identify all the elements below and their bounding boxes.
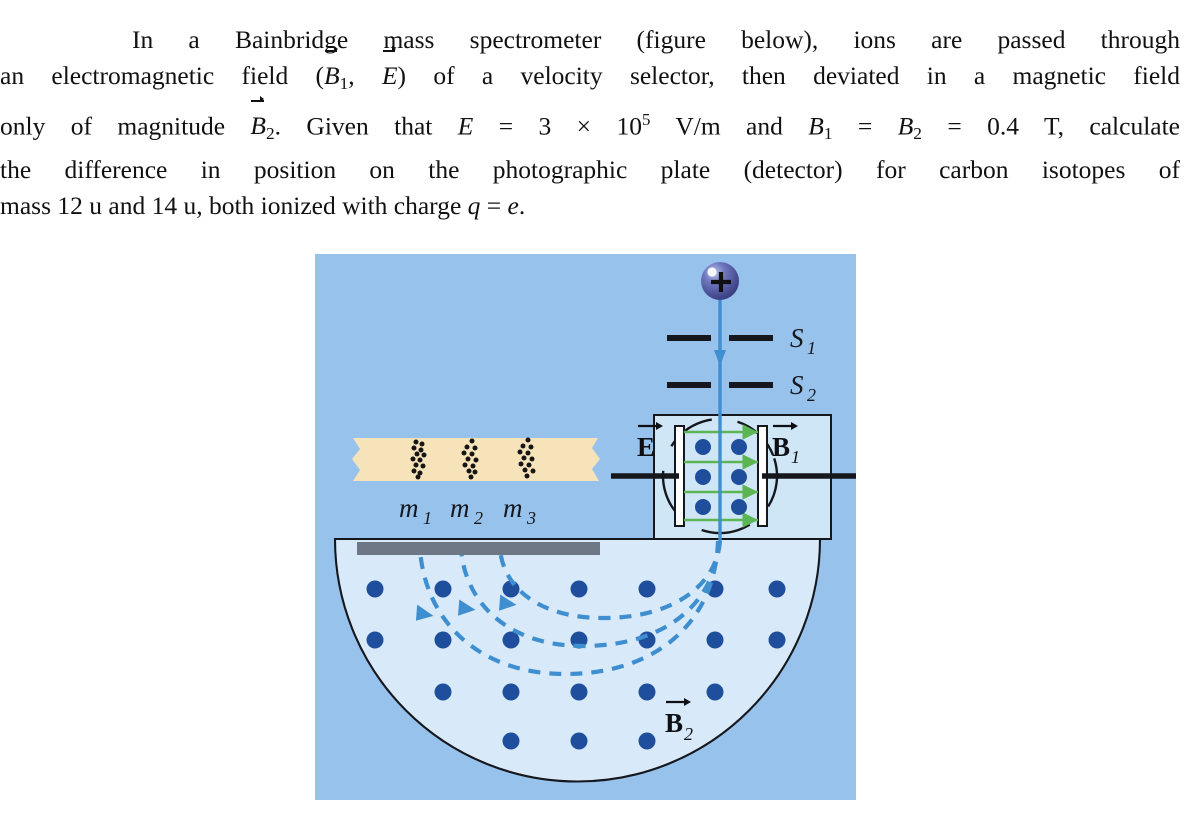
slit-s2-label: S — [790, 370, 804, 400]
problem-line-4: the difference in position on the photog… — [0, 152, 1180, 188]
symbol-B2-subscript: 2 — [913, 123, 922, 143]
vector-B2-letter: B — [250, 111, 266, 141]
label-m1-sub: 1 — [423, 508, 432, 528]
slit-s1-label-sub: 1 — [807, 338, 816, 358]
period: . — [518, 190, 526, 220]
symbol-B2: B — [897, 111, 914, 141]
problem-line-2-part-b: ) of a velocity selector, then deviated … — [397, 61, 1181, 90]
vector-B2-inline: B — [250, 96, 266, 144]
label-b1-letter: B — [772, 432, 790, 462]
problem-line-2: an electromagnetic field (B1, E) of a ve… — [0, 46, 1181, 102]
symbol-e: e — [507, 190, 519, 220]
ion-source — [701, 262, 739, 300]
problem-line-3-part-b: . Given that — [274, 111, 458, 141]
problem-line-5: mass 12 u and 14 u, both ionized with ch… — [0, 188, 1180, 224]
problem-line-1: In a Bainbridge mass spectrometer (figur… — [0, 22, 1180, 58]
label-b1-sub: 1 — [791, 447, 800, 467]
problem-line-3: only of magnitude B2. Given that E = 3 ×… — [0, 96, 1181, 152]
problem-line-5-part-a: mass 12 u and 14 u, both ionized with ch… — [0, 190, 468, 220]
vector-B2-subscript: 2 — [265, 123, 275, 143]
problem-line-4-text: the difference in position on the photog… — [0, 154, 1180, 184]
vector-B1-letter: B — [324, 61, 340, 90]
units-E: V/m and — [650, 111, 809, 141]
detector-bar — [357, 542, 600, 555]
problem-line-1-text: In a Bainbridge mass spectrometer (figur… — [132, 25, 1180, 54]
label-b2-sub: 2 — [684, 724, 693, 744]
symbol-E: E — [457, 111, 474, 141]
problem-statement: In a Bainbridge mass spectrometer (figur… — [0, 22, 1180, 224]
vector-B1-subscript: 1 — [339, 73, 349, 93]
label-m3-sub: 3 — [526, 508, 536, 528]
photographic-plate — [352, 437, 600, 481]
label-b2-letter: B — [665, 708, 683, 738]
label-m2: m — [450, 493, 470, 523]
label-m3: m — [503, 493, 523, 523]
problem-line-2-comma: , — [348, 61, 382, 90]
ion-sphere-highlight — [707, 267, 717, 277]
slit-s2-label-sub: 2 — [807, 385, 816, 405]
spectrometer-figure: S 1 S 2 E B 1 B 2 m 1 m 2 m 3 — [315, 254, 856, 800]
vector-B1-inline: B — [324, 46, 340, 94]
equals-2: = — [480, 190, 508, 220]
slit-s1-label: S — [790, 323, 804, 353]
symbol-B1-subscript: 1 — [823, 123, 833, 143]
value-E: = 3 × 10 — [473, 111, 642, 141]
equals-1: = — [832, 111, 898, 141]
label-m2-sub: 2 — [474, 508, 483, 528]
label-m1: m — [399, 493, 419, 523]
vector-E-letter: E — [381, 61, 398, 90]
problem-line-2-part-a: an electromagnetic field ( — [0, 61, 325, 90]
symbol-B1: B — [808, 111, 824, 141]
problem-line-3-part-a: only of magnitude — [0, 111, 251, 141]
symbol-q: q — [467, 190, 481, 220]
vector-E-inline: E — [381, 46, 398, 94]
label-e-letter: E — [637, 432, 655, 462]
value-B: = 0.4 T, calculate — [921, 111, 1181, 141]
